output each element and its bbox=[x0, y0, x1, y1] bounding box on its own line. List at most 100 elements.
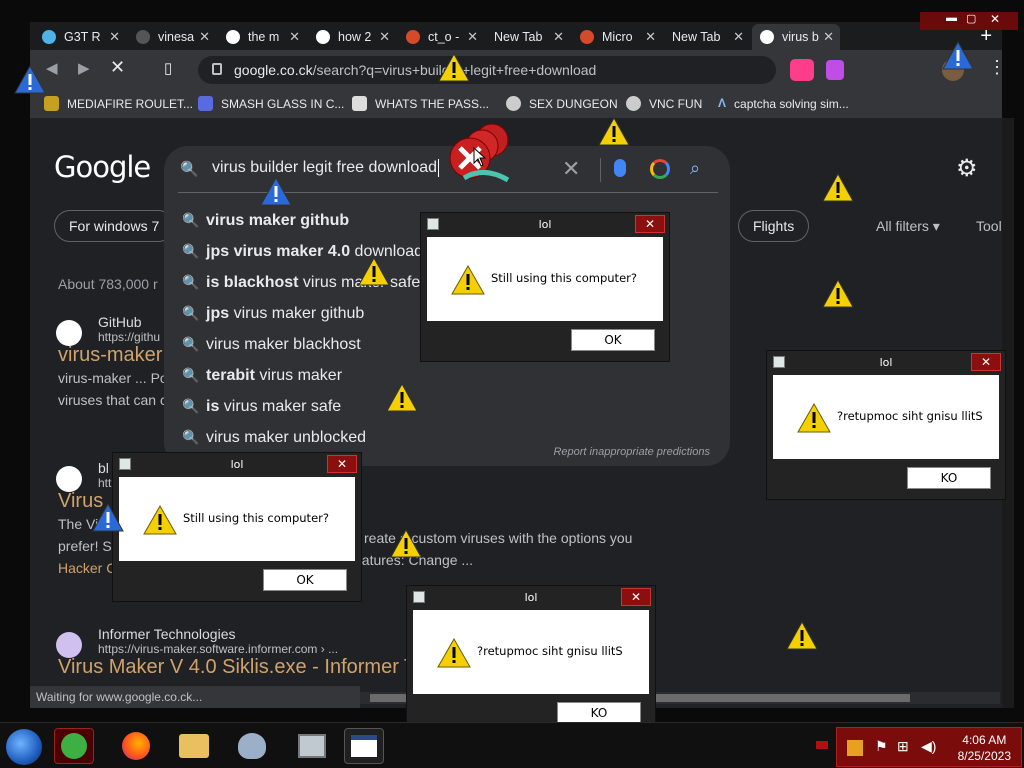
bookmark-3[interactable]: SEX DUNGEON bbox=[506, 96, 618, 111]
stop-loading-icon[interactable]: ✕ bbox=[110, 57, 125, 78]
address-bar[interactable]: google.co.ck/search?q=virus+builder+legi… bbox=[198, 56, 776, 84]
taskbar-app-notes[interactable] bbox=[54, 728, 94, 764]
lens-icon[interactable] bbox=[650, 159, 670, 179]
dialog-titlebar[interactable]: lol ✕ bbox=[407, 586, 655, 610]
maximize-icon[interactable]: ▢ bbox=[966, 12, 976, 25]
tab-3[interactable]: how 2 ✕ bbox=[308, 24, 396, 50]
divider bbox=[178, 192, 718, 193]
close-icon[interactable]: ✕ bbox=[289, 29, 300, 45]
extension-icon[interactable] bbox=[790, 59, 814, 81]
search-icon: 🔍 bbox=[182, 398, 200, 414]
report-predictions-link[interactable]: Report inappropriate predictions bbox=[553, 446, 710, 458]
search-icon: 🔍 bbox=[182, 243, 200, 259]
bookmark-5[interactable]: Λcaptcha solving sim... bbox=[718, 96, 849, 111]
tab-6[interactable]: Micro ✕ bbox=[572, 24, 662, 50]
ko-button[interactable]: KO bbox=[907, 467, 991, 489]
dialog-body: Still using this computer? bbox=[427, 237, 663, 321]
shield-extension-icon[interactable] bbox=[826, 60, 844, 80]
taskbar-monitor[interactable] bbox=[292, 728, 332, 764]
close-icon[interactable]: ✕ bbox=[733, 29, 744, 45]
bookmark-icon[interactable]: ▯ bbox=[164, 59, 172, 77]
window-icon bbox=[427, 218, 439, 230]
taskbar-firefox[interactable] bbox=[116, 728, 156, 764]
tab-2[interactable]: the m ✕ bbox=[218, 24, 306, 50]
address-host: google.co.ck bbox=[234, 62, 313, 78]
ko-button[interactable]: KO bbox=[557, 702, 641, 724]
dialog-message: Still using this computer? bbox=[183, 511, 329, 525]
settings-gear-icon[interactable]: ⚙ bbox=[956, 154, 978, 183]
search-input[interactable]: virus builder legit free download bbox=[212, 159, 440, 177]
suggestion-item[interactable]: 🔍 terabit virus maker bbox=[182, 367, 342, 385]
info-warning-icon bbox=[942, 40, 974, 70]
window-icon bbox=[773, 356, 785, 368]
back-icon[interactable]: ◀ bbox=[46, 59, 58, 77]
all-filters-button[interactable]: All filters ▾ bbox=[876, 218, 940, 235]
dialog-titlebar[interactable]: lol ✕ bbox=[113, 453, 361, 477]
taskbar-window[interactable] bbox=[344, 728, 384, 764]
suggestion-item[interactable]: 🔍 virus maker github bbox=[182, 212, 349, 230]
google-logo[interactable]: Google bbox=[54, 150, 151, 184]
suggestion-item[interactable]: 🔍 is virus maker safe bbox=[182, 398, 341, 416]
close-icon[interactable]: ✕ bbox=[823, 29, 834, 45]
tab-0[interactable]: G3T R ✕ bbox=[34, 24, 126, 50]
bookmark-2[interactable]: WHATS THE PASS... bbox=[352, 96, 489, 111]
close-button[interactable]: ✕ bbox=[621, 588, 651, 606]
suggestion-item[interactable]: 🔍 jps virus maker github bbox=[182, 305, 364, 323]
search-submit-icon[interactable]: ⌕ bbox=[690, 158, 700, 179]
popup-dialog-4: lol ✕ ?retupmoc siht gnisu llitS KO bbox=[406, 585, 656, 735]
close-button[interactable]: ✕ bbox=[327, 455, 357, 473]
flag-icon[interactable]: ⚑ bbox=[875, 738, 888, 755]
close-icon[interactable]: ✕ bbox=[199, 29, 210, 45]
chip-flights[interactable]: Flights bbox=[738, 210, 810, 242]
dialog-titlebar[interactable]: lol ✕ bbox=[767, 351, 1005, 375]
close-button[interactable]: ✕ bbox=[971, 353, 1001, 371]
suggestion-item[interactable]: 🔍 virus maker unblocked bbox=[182, 429, 366, 447]
close-icon[interactable]: ✕ bbox=[379, 29, 390, 45]
menu-icon[interactable]: ⋮ bbox=[988, 57, 1006, 78]
close-icon[interactable]: ✕ bbox=[109, 29, 120, 45]
close-icon[interactable]: ✕ bbox=[990, 12, 1000, 26]
popup-dialog-1: lol ✕ Still using this computer? OK bbox=[420, 212, 670, 362]
forward-icon[interactable]: ▶ bbox=[78, 59, 90, 77]
tray-app-icon[interactable] bbox=[847, 740, 863, 756]
window-controls: ▬ ▢ ✕ bbox=[920, 12, 1018, 30]
bookmark-1[interactable]: SMASH GLASS IN C... bbox=[198, 96, 344, 111]
clear-icon[interactable]: ✕ bbox=[562, 156, 580, 182]
warning-icon bbox=[822, 278, 854, 308]
bookmark-4[interactable]: VNC FUN bbox=[626, 96, 702, 111]
tab-4[interactable]: ct_o - ✕ bbox=[398, 24, 484, 50]
tab-1[interactable]: vinesa ✕ bbox=[128, 24, 216, 50]
notification-icon[interactable] bbox=[816, 741, 828, 749]
monitor-icon bbox=[298, 734, 326, 758]
lambda-icon: Λ bbox=[718, 96, 727, 110]
taskbar-paint[interactable] bbox=[232, 728, 272, 764]
taskbar-explorer[interactable] bbox=[174, 728, 214, 764]
tools-button[interactable]: Tools bbox=[976, 218, 1002, 234]
ok-button[interactable]: OK bbox=[263, 569, 347, 591]
clock[interactable]: 4:06 AM 8/25/2023 bbox=[958, 732, 1011, 764]
chip-windows-7[interactable]: For windows 7 bbox=[54, 210, 175, 242]
bookmark-label: VNC FUN bbox=[649, 96, 703, 111]
dialog-titlebar[interactable]: lol ✕ bbox=[421, 213, 669, 237]
network-icon[interactable]: ⊞ bbox=[897, 738, 909, 755]
dialog-body: ?retupmoc siht gnisu llitS bbox=[413, 610, 649, 694]
start-button[interactable] bbox=[6, 729, 42, 765]
minimize-icon[interactable]: ▬ bbox=[946, 12, 957, 24]
close-icon[interactable]: ✕ bbox=[553, 29, 564, 45]
close-icon[interactable]: ✕ bbox=[467, 29, 478, 45]
microphone-icon[interactable] bbox=[614, 159, 626, 177]
result-title[interactable]: Virus Maker V 4.0 Siklis.exe - Informer … bbox=[58, 656, 438, 679]
suggestion-bold: virus maker github bbox=[206, 212, 350, 229]
tab-8-active[interactable]: virus b ✕ bbox=[752, 24, 840, 50]
bookmark-0[interactable]: MEDIAFIRE ROULET... bbox=[44, 96, 193, 111]
volume-icon[interactable]: ◀) bbox=[921, 738, 936, 755]
close-button[interactable]: ✕ bbox=[635, 215, 665, 233]
suggestion-item[interactable]: 🔍 virus maker blackhost bbox=[182, 336, 361, 354]
ok-button[interactable]: OK bbox=[571, 329, 655, 351]
info-warning-icon bbox=[14, 64, 46, 94]
tab-5[interactable]: New Tab ✕ bbox=[486, 24, 570, 50]
tab-7[interactable]: New Tab ✕ bbox=[664, 24, 750, 50]
search-icon: 🔍 bbox=[182, 274, 200, 290]
warning-icon bbox=[386, 382, 418, 412]
close-icon[interactable]: ✕ bbox=[645, 29, 656, 45]
